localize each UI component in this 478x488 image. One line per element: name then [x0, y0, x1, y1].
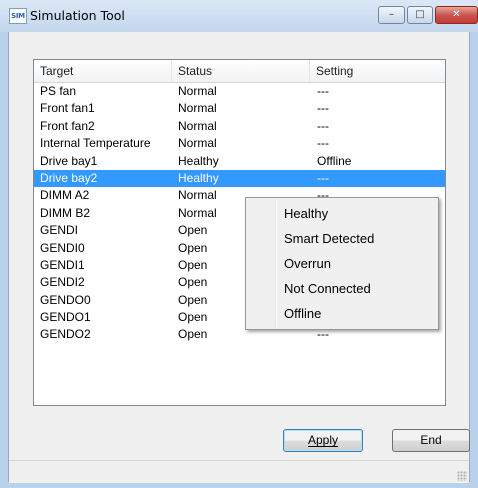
app-icon: SIM	[9, 8, 27, 24]
list-header: Target Status Setting	[34, 60, 445, 83]
maximize-button[interactable]: □	[407, 6, 433, 24]
cell-status: Open	[178, 292, 208, 307]
cell-target: Internal Temperature	[40, 136, 151, 151]
cell-setting: ---	[317, 101, 329, 116]
table-row[interactable]: Front fan1 Normal ---	[34, 100, 445, 117]
cell-target: GENDI2	[40, 275, 85, 290]
cell-target: Drive bay1	[40, 153, 98, 168]
cell-setting: ---	[317, 136, 329, 151]
apply-button[interactable]: Apply	[283, 429, 363, 452]
menu-item-not-connected[interactable]: Not Connected	[284, 280, 371, 298]
cell-target: GENDI0	[40, 240, 85, 255]
table-row[interactable]: Drive bay1 Healthy Offline	[34, 153, 445, 170]
cell-status: Normal	[178, 118, 217, 133]
cell-status: Open	[178, 257, 208, 272]
window-title: Simulation Tool	[30, 8, 125, 23]
cell-status: Healthy	[178, 153, 219, 168]
cell-status: Open	[178, 310, 208, 325]
end-button[interactable]: End	[392, 429, 470, 452]
cell-target: PS fan	[40, 84, 77, 98]
menu-item-offline[interactable]: Offline	[284, 305, 321, 323]
column-header-setting[interactable]: Setting	[310, 60, 445, 82]
cell-status: Normal	[178, 101, 217, 116]
cell-status: Normal	[178, 136, 217, 151]
menu-item-overrun[interactable]: Overrun	[284, 255, 331, 273]
cell-target: GENDO0	[40, 292, 91, 307]
menu-item-smart-detected[interactable]: Smart Detected	[284, 230, 374, 248]
simulation-tool-window: SIM Simulation Tool – □ ✕ Target Status …	[0, 0, 478, 488]
table-row[interactable]: PS fan Normal ---	[34, 83, 445, 100]
resize-grip-icon[interactable]	[457, 471, 467, 481]
cell-target: DIMM A2	[40, 188, 90, 203]
cell-status: Open	[178, 223, 208, 238]
title-bar[interactable]: SIM Simulation Tool – □ ✕	[0, 0, 478, 32]
cell-status: Open	[178, 327, 208, 342]
cell-target: Front fan2	[40, 118, 95, 133]
cell-target: DIMM B2	[40, 205, 91, 220]
cell-target: Front fan1	[40, 101, 95, 116]
column-header-target[interactable]: Target	[34, 60, 172, 82]
cell-target: GENDI	[40, 223, 79, 238]
cell-setting: ---	[317, 84, 329, 98]
close-button[interactable]: ✕	[435, 6, 478, 24]
cell-status: Normal	[178, 188, 217, 203]
apply-label: Apply	[307, 433, 339, 447]
cell-target: GENDO1	[40, 310, 91, 325]
table-row[interactable]: Drive bay2 Healthy ---	[34, 169, 445, 188]
cell-target: GENDO2	[40, 327, 91, 342]
cell-status: Open	[178, 240, 208, 255]
status-context-menu: Healthy Smart Detected Overrun Not Conne…	[245, 197, 439, 330]
cell-setting: ---	[317, 118, 329, 133]
cell-setting: ---	[317, 170, 329, 185]
cell-status: Normal	[178, 205, 217, 220]
minimize-button[interactable]: –	[378, 6, 405, 24]
menu-gutter	[275, 200, 277, 327]
menu-item-healthy[interactable]: Healthy	[284, 205, 328, 223]
status-bar	[9, 460, 469, 483]
cell-status: Healthy	[178, 170, 219, 185]
table-row[interactable]: Internal Temperature Normal ---	[34, 135, 445, 152]
cell-target: Drive bay2	[40, 170, 98, 185]
cell-status: Normal	[178, 84, 217, 98]
cell-status: Open	[178, 275, 208, 290]
cell-target: GENDI1	[40, 257, 85, 272]
cell-setting: Offline	[317, 153, 352, 168]
end-label: End	[420, 433, 442, 447]
column-header-status[interactable]: Status	[172, 60, 310, 82]
table-row[interactable]: Front fan2 Normal ---	[34, 118, 445, 135]
